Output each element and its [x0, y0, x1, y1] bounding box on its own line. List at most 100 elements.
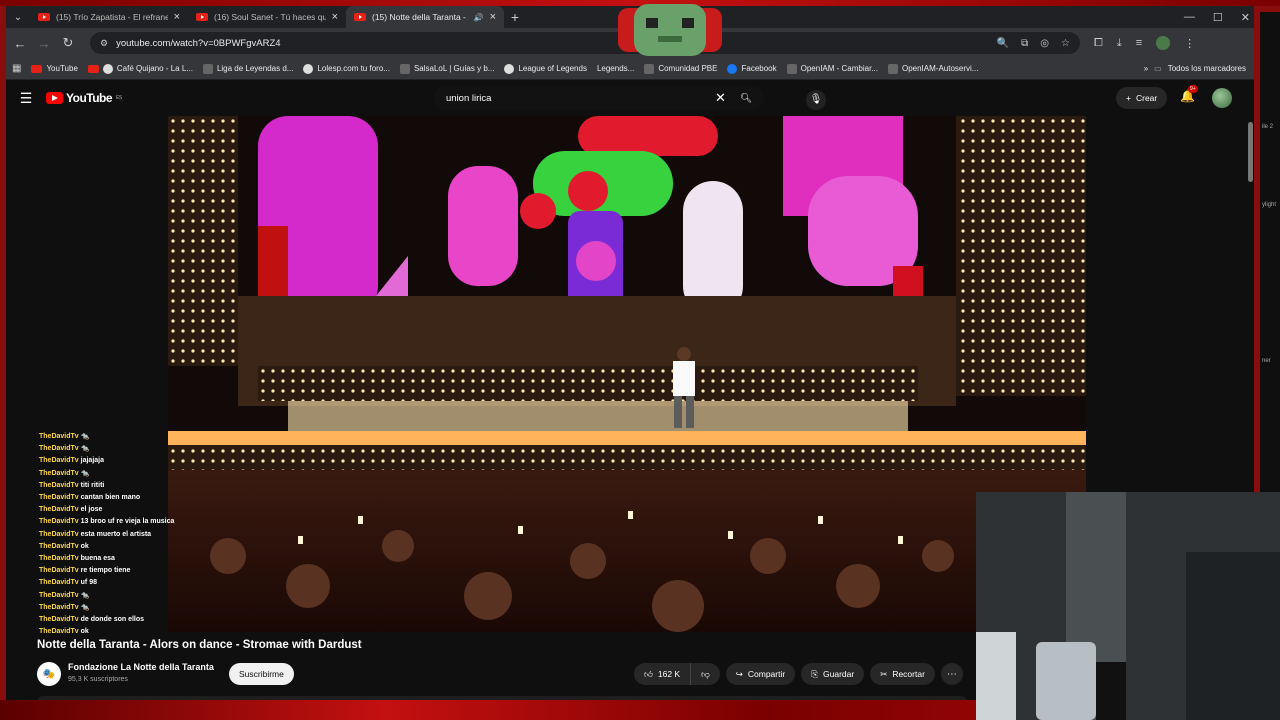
chat-text: ok: [80, 542, 89, 550]
clip-button[interactable]: ✂ Recortar: [870, 663, 935, 685]
media-control-icon[interactable]: ≡: [1136, 37, 1142, 49]
eye-off-icon[interactable]: ◎: [1040, 38, 1049, 49]
share-icon: ↪: [735, 668, 743, 679]
tab-title: (15) Notte della Taranta - A: [372, 12, 468, 22]
open-in-app-icon[interactable]: ⧉: [1021, 38, 1028, 49]
chat-username: TheDavidTv: [39, 603, 79, 611]
bookmark-2[interactable]: Liga de Leyendas d...: [202, 63, 293, 74]
chat-message: TheDavidTv cantan bien mano: [39, 492, 219, 504]
bookmark-icon: ⎘: [811, 668, 818, 679]
bookmark-3[interactable]: Lolesp.com tu foro...: [303, 63, 390, 74]
chat-text: 🐀: [80, 603, 90, 611]
site-icon: [399, 63, 410, 74]
chat-text: 13 broo uf re vieja la musica: [80, 518, 175, 526]
bookmark-4[interactable]: SalsaLoL | Guías y b...: [399, 63, 495, 74]
channel-name[interactable]: Fondazione La Notte della Taranta: [68, 662, 214, 672]
more-options-icon[interactable]: ⋯: [940, 663, 963, 685]
youtube-play-icon: [46, 92, 63, 104]
tab-2-active[interactable]: (15) Notte della Taranta - A 🔊 ×: [346, 6, 504, 28]
bookmark-10[interactable]: OpenIAM-Autoservi...: [887, 63, 978, 74]
chat-message: TheDavidTv buena esa: [39, 553, 219, 565]
subscribe-button[interactable]: Suscribirme: [229, 663, 294, 685]
chat-message: TheDavidTv titi rititi: [39, 480, 219, 492]
bookmark-5[interactable]: League of Legends: [504, 63, 587, 74]
youtube-logo[interactable]: YouTube ES: [46, 91, 122, 105]
apps-grid-icon[interactable]: ▦: [12, 63, 21, 74]
notifications-bell-icon[interactable]: 🔔 9+: [1180, 85, 1198, 103]
tab-0[interactable]: (15) Trío Zapatista - El refranero ×: [30, 6, 188, 28]
speaker-icon[interactable]: 🔊: [474, 13, 484, 22]
extensions-icon[interactable]: ⧠: [1094, 37, 1103, 50]
chat-message: TheDavidTv ok: [39, 626, 219, 638]
chat-text: ok: [80, 628, 89, 636]
chat-message: TheDavidTv jajajaja: [39, 455, 219, 467]
hamburger-menu-icon[interactable]: ☰: [6, 90, 46, 107]
site-info-icon[interactable]: ⚙: [100, 38, 108, 49]
bookmark-label: Café Quijano - La L...: [116, 64, 193, 73]
minimize-icon[interactable]: —: [1184, 11, 1195, 23]
side-text-1: ile 2: [1262, 124, 1274, 130]
profile-avatar-icon[interactable]: [1156, 36, 1171, 50]
bookmark-label: SalsaLoL | Guías y b...: [413, 64, 495, 73]
bookmark-6[interactable]: Legends...: [597, 64, 634, 73]
tab-title: (15) Trío Zapatista - El refranero: [56, 12, 168, 22]
maximize-icon[interactable]: ☐: [1213, 11, 1223, 24]
chat-username: TheDavidTv: [39, 542, 79, 550]
site-icon: [202, 63, 213, 74]
close-tab-icon[interactable]: ×: [490, 11, 496, 23]
all-bookmarks[interactable]: » ▭ Todos los marcadores: [1144, 64, 1246, 73]
close-tab-icon[interactable]: ×: [332, 11, 338, 23]
tab-search-chevron-icon[interactable]: ⌄: [6, 6, 30, 28]
video-title: Notte della Taranta - Alors on dance - S…: [37, 639, 362, 651]
bookmark-8[interactable]: Facebook: [727, 63, 777, 74]
side-text-3: ner: [1262, 358, 1271, 364]
dislike-button[interactable]: 👎︎: [691, 663, 720, 685]
search-value: union lirica: [446, 92, 492, 104]
bookmark-star-icon[interactable]: ☆: [1061, 38, 1070, 49]
chat-text: esta muerto el artista: [80, 530, 152, 538]
thumbs-down-icon: 👎︎: [701, 668, 710, 679]
chevron-right-icon[interactable]: »: [1144, 64, 1148, 73]
zoom-icon[interactable]: 🔍: [997, 38, 1009, 49]
youtube-favicon-icon: [38, 13, 50, 21]
chat-text: titi rititi: [80, 481, 105, 489]
save-label: Guardar: [823, 669, 855, 679]
facebook-icon: [727, 63, 738, 74]
search-icon[interactable]: 🔍︎: [740, 93, 752, 104]
back-icon[interactable]: ←: [8, 36, 32, 51]
create-button[interactable]: + Crear: [1116, 87, 1168, 109]
address-bar[interactable]: ⚙ youtube.com/watch?v=0BPWFgvARZ4 🔍 ⧉ ◎ …: [90, 32, 1080, 54]
search-input[interactable]: union lirica ✕ 🔍︎: [434, 86, 764, 110]
new-tab-icon[interactable]: +: [504, 9, 526, 25]
tab-title: (16) Soul Sanet - Tú haces que: [214, 12, 326, 22]
microphone-icon[interactable]: 🎙: [806, 90, 826, 110]
kebab-menu-icon[interactable]: ⋮: [1184, 37, 1195, 50]
download-icon[interactable]: ⤓: [1117, 37, 1122, 50]
reload-icon[interactable]: ↻: [56, 35, 80, 51]
youtube-header: ☰ YouTube ES union lirica ✕ 🔍︎ 🎙 + Crear …: [6, 80, 1254, 116]
bookmark-7[interactable]: Comunidad PBE: [644, 63, 717, 74]
scissors-icon: ✂: [880, 668, 888, 679]
bookmark-9[interactable]: OpenIAM - Cambiar...: [786, 63, 878, 74]
close-window-icon[interactable]: ✕: [1241, 11, 1250, 24]
video-player[interactable]: [168, 116, 1086, 632]
chat-message: TheDavidTv el jose: [39, 504, 219, 516]
bookmark-label: YouTube: [46, 64, 78, 73]
tab-1[interactable]: (16) Soul Sanet - Tú haces que ×: [188, 6, 346, 28]
user-avatar[interactable]: [1212, 88, 1232, 108]
save-button[interactable]: ⎘ Guardar: [801, 663, 865, 685]
channel-avatar[interactable]: 🎭: [37, 662, 61, 686]
webcam-image: [976, 492, 1280, 720]
chat-message: TheDavidTv 🐀: [39, 602, 219, 614]
forward-icon[interactable]: →: [32, 36, 56, 51]
chat-username: TheDavidTv: [39, 445, 79, 453]
like-button[interactable]: 👍︎ 162 K: [634, 663, 692, 685]
chat-username: TheDavidTv: [39, 433, 79, 440]
page-scrollbar[interactable]: [1248, 122, 1253, 182]
close-tab-icon[interactable]: ×: [174, 11, 180, 23]
bookmark-0[interactable]: YouTube: [31, 64, 78, 73]
clear-search-icon[interactable]: ✕: [715, 90, 726, 106]
share-button[interactable]: ↪ Compartir: [725, 663, 796, 685]
logo-text: YouTube: [66, 91, 113, 105]
bookmark-1[interactable]: Café Quijano - La L...: [87, 63, 193, 74]
